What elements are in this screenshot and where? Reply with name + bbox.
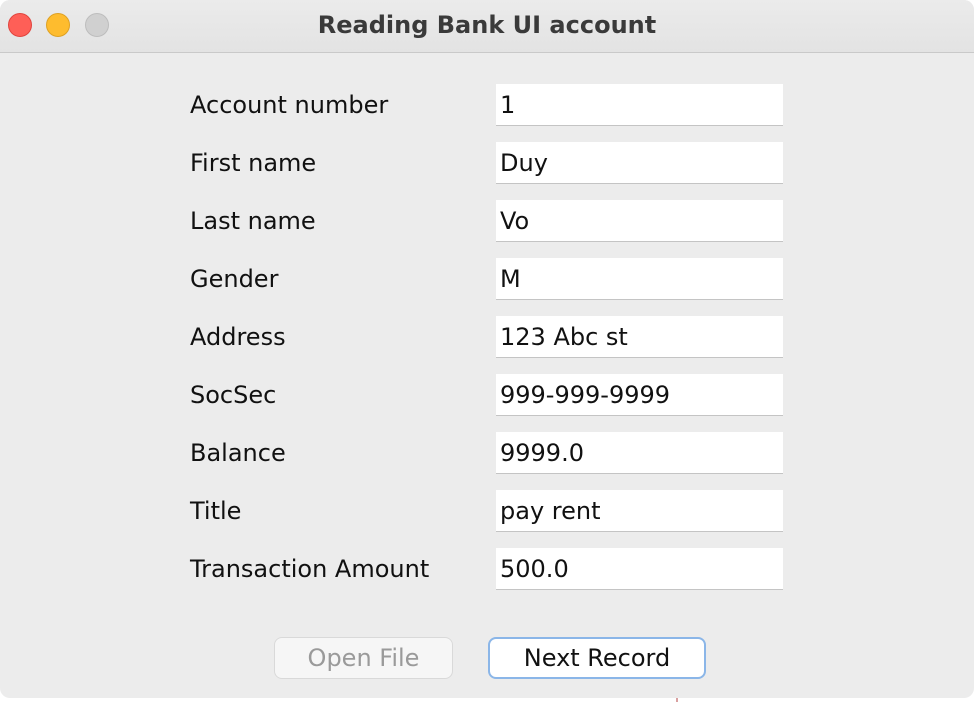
next-record-button[interactable]: Next Record	[488, 637, 706, 679]
title-bar[interactable]: Reading Bank UI account	[0, 0, 974, 53]
gender-label: Gender	[190, 265, 279, 293]
title-label: Title	[190, 497, 242, 525]
transaction-amount-label: Transaction Amount	[190, 555, 430, 583]
address-label: Address	[190, 323, 286, 351]
socsec-field[interactable]	[496, 374, 783, 416]
balance-field[interactable]	[496, 432, 783, 474]
first-name-field[interactable]	[496, 142, 783, 184]
app-window: Reading Bank UI account Account number F…	[0, 0, 974, 698]
window-title: Reading Bank UI account	[317, 11, 657, 39]
account-number-label: Account number	[190, 91, 389, 119]
last-name-field[interactable]	[496, 200, 783, 242]
title-field[interactable]	[496, 490, 783, 532]
background-edge-mark	[676, 698, 678, 702]
first-name-label: First name	[190, 149, 317, 177]
address-field[interactable]	[496, 316, 783, 358]
gender-field[interactable]	[496, 258, 783, 300]
balance-label: Balance	[190, 439, 286, 467]
open-file-button: Open File	[274, 637, 453, 679]
socsec-label: SocSec	[190, 381, 277, 409]
last-name-label: Last name	[190, 207, 316, 235]
account-number-field[interactable]	[496, 84, 783, 126]
transaction-amount-field[interactable]	[496, 548, 783, 590]
